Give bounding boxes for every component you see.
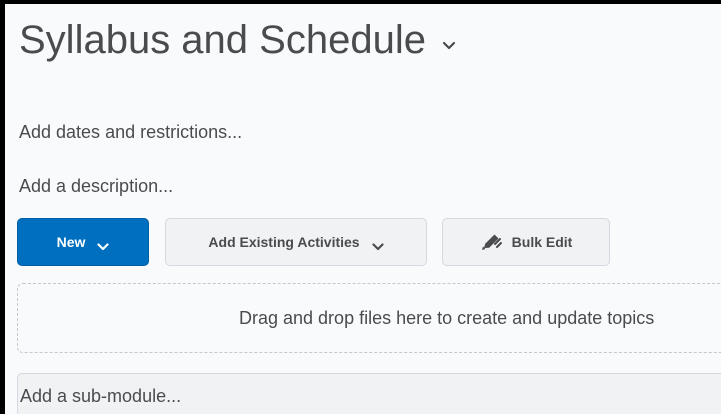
add-dates-restrictions-link[interactable]: Add dates and restrictions... — [19, 120, 242, 144]
add-sub-module-button[interactable]: Add a sub-module... — [17, 373, 721, 414]
add-sub-module-label: Add a sub-module... — [20, 386, 182, 406]
file-dropzone[interactable]: Drag and drop files here to create and u… — [17, 283, 721, 353]
chevron-down-icon — [97, 238, 109, 251]
add-description-link[interactable]: Add a description... — [19, 174, 173, 198]
bulk-edit-label: Bulk Edit — [511, 234, 573, 250]
chevron-down-icon — [371, 238, 384, 251]
module-panel: Syllabus and Schedule Add dates and rest… — [0, 0, 721, 414]
module-title-row[interactable]: Syllabus and Schedule — [19, 14, 456, 66]
bulk-edit-button[interactable]: Bulk Edit — [442, 218, 610, 266]
pencil-icon — [480, 233, 502, 251]
chevron-down-icon[interactable] — [442, 38, 456, 50]
add-existing-activities-button[interactable]: Add Existing Activities — [165, 218, 427, 266]
page-title: Syllabus and Schedule — [19, 18, 426, 62]
new-button[interactable]: New — [17, 218, 149, 266]
add-existing-activities-label: Add Existing Activities — [208, 234, 360, 250]
dropzone-text: Drag and drop files here to create and u… — [239, 308, 655, 328]
new-button-label: New — [56, 234, 86, 250]
